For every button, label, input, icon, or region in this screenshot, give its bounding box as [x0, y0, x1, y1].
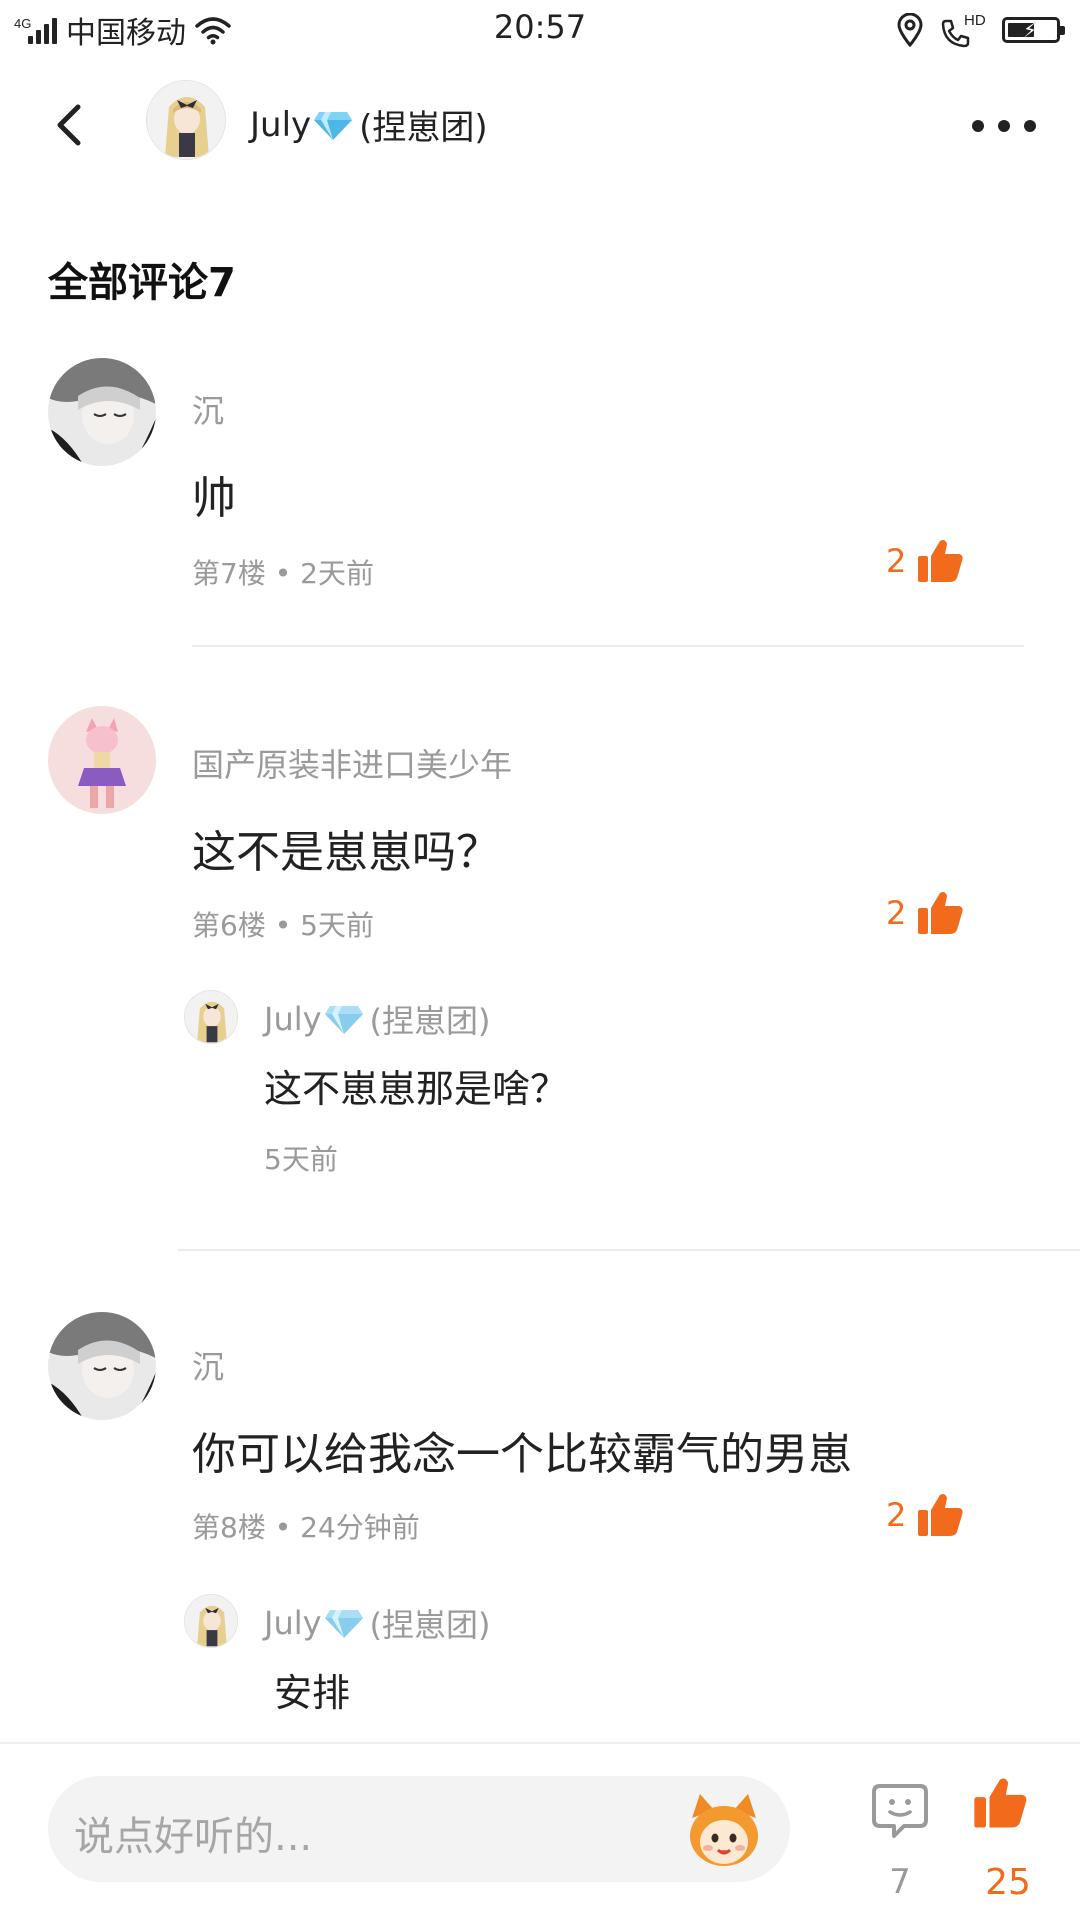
thumbs-up-icon [918, 892, 963, 934]
reply-text: 这不崽崽那是啥？ [264, 1067, 569, 1111]
diamond-icon [314, 111, 353, 140]
post-like-count: 25 [985, 1862, 1031, 1903]
comment-author[interactable]: 国产原装非进口美少年 [192, 740, 512, 786]
battery-icon: ⚡ [1002, 17, 1065, 43]
comment-avatar[interactable] [48, 706, 156, 814]
reply-text: 安排 [274, 1671, 351, 1715]
thumbs-up-icon [918, 1494, 963, 1536]
comment-meta: 第6楼 • 5天前 [192, 909, 374, 942]
comment-text: 帅 [192, 473, 236, 524]
post-like-icon[interactable] [972, 1776, 1028, 1830]
author-name[interactable]: July (捏崽团) [250, 100, 488, 149]
diamond-icon [324, 1006, 363, 1034]
comment-like-button[interactable]: 2 [886, 890, 964, 936]
mascot-emoji-icon[interactable] [684, 1790, 764, 1870]
reply-author-name: July [264, 1000, 322, 1038]
comment-divider [178, 1249, 1080, 1251]
post-header: July (捏崽团) [0, 70, 1080, 180]
comment-input-placeholder: 说点好听的... [74, 1814, 313, 1860]
comment-like-count: 2 [886, 542, 907, 580]
author-avatar[interactable] [146, 80, 226, 160]
reply-meta: 5天前 [264, 1143, 338, 1176]
comment-like-button[interactable]: 2 [886, 538, 964, 584]
more-dots-icon[interactable] [968, 108, 1040, 144]
back-arrow-icon[interactable] [40, 95, 100, 155]
comment-text: 你可以给我念一个比较霸气的男崽 [192, 1429, 852, 1480]
reply-avatar[interactable] [184, 990, 238, 1044]
status-right: HD ⚡ [896, 8, 1065, 52]
comment-meta: 第8楼 • 24分钟前 [192, 1511, 420, 1544]
reply-group-tag: (捏崽团) [369, 1002, 491, 1040]
diamond-icon [324, 1610, 363, 1638]
status-bar: 4G 中国移动 20:57 HD ⚡ [0, 0, 1080, 60]
comment-input[interactable]: 说点好听的... [48, 1776, 790, 1882]
comments-section-title: 全部评论7 [48, 260, 236, 306]
comment-like-count: 2 [886, 894, 907, 932]
reply-author[interactable]: July (捏崽团) [264, 1600, 491, 1646]
location-icon [897, 13, 923, 47]
comment-avatar[interactable] [48, 1312, 156, 1420]
hd-label: HD [964, 12, 986, 29]
comment-bubble-icon[interactable] [870, 1782, 930, 1840]
comment-like-count: 2 [886, 1496, 907, 1534]
reply-author[interactable]: July (捏崽团) [264, 996, 491, 1042]
comment-count: 7 [889, 1862, 911, 1902]
reply-author-name: July [264, 1604, 322, 1642]
comment-like-button[interactable]: 2 [886, 1492, 964, 1538]
author-group-tag: (捏崽团) [359, 108, 488, 148]
reply-avatar[interactable] [184, 1594, 238, 1648]
bottom-bar: 说点好听的... 7 25 [0, 1742, 1080, 1920]
thumbs-up-icon [918, 540, 963, 582]
comment-meta: 第7楼 • 2天前 [192, 557, 374, 590]
comment-avatar[interactable] [48, 358, 156, 466]
reply-group-tag: (捏崽团) [369, 1606, 491, 1644]
comment-author[interactable]: 沉 [192, 386, 224, 432]
comment-text: 这不是崽崽吗？ [192, 827, 500, 878]
comment-author[interactable]: 沉 [192, 1342, 224, 1388]
comment-divider [192, 645, 1024, 647]
author-name-text: July [250, 104, 312, 145]
hd-call-icon: HD [940, 12, 986, 48]
